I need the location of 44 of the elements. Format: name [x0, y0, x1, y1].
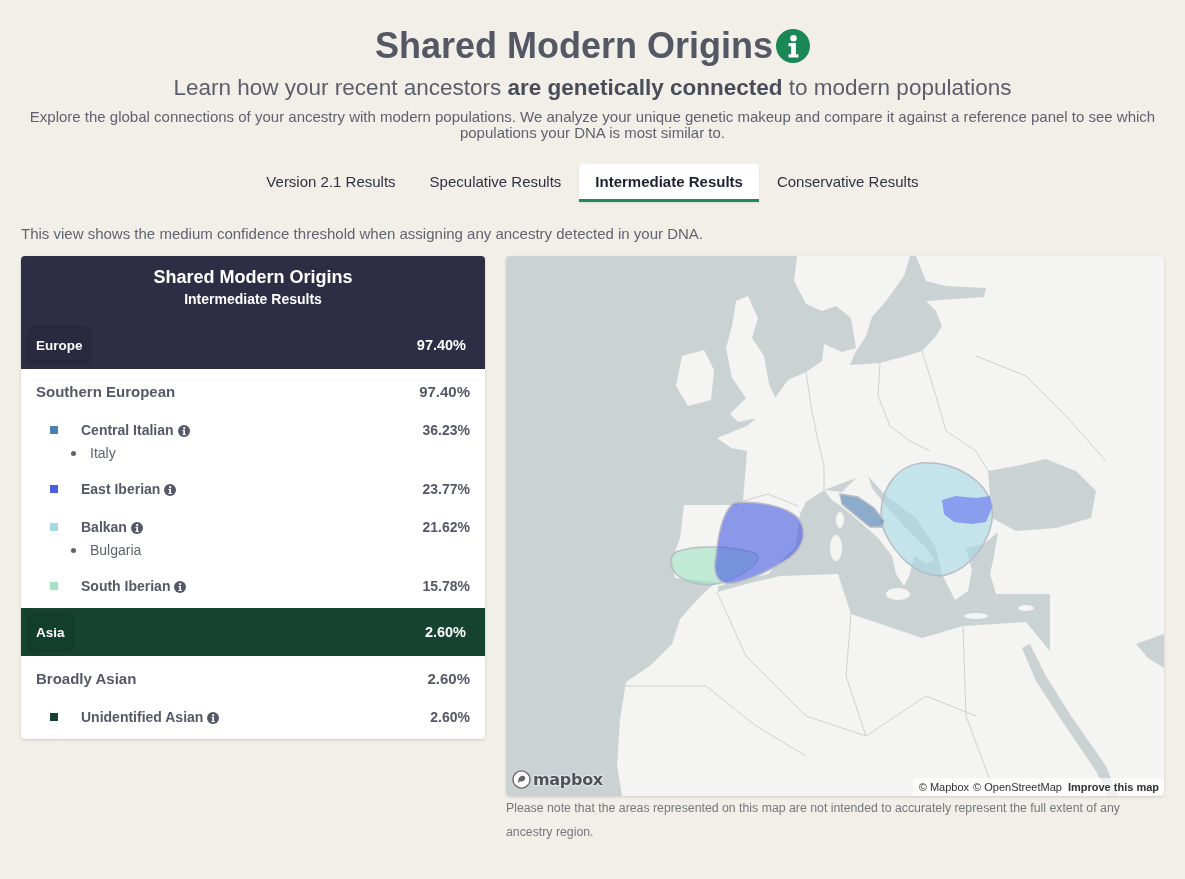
population-percentage: 2.60% — [430, 708, 470, 727]
panel-title: Shared Modern Origins — [152, 266, 354, 289]
population-percentage: 23.77% — [422, 480, 470, 499]
population-name: Unidentified Asian — [81, 708, 204, 727]
page-description: Explore the global connections of your ancestry with modern populations. We analyze your unique genetic makeup and compare it against a reference panel to see which populations your DNA is most similar to. — [28, 109, 1157, 141]
group-name: Southern European — [36, 382, 176, 402]
region-percentage: 2.60% — [424, 624, 466, 640]
map-disclaimer: Please note that the areas represented on this map are not intended to accurately represent the full extent of any ancestry region. — [506, 800, 1121, 841]
region-name: Europe — [29, 327, 90, 363]
group-percentage: 2.60% — [427, 669, 470, 689]
bullet-icon — [71, 547, 76, 553]
bullet-icon — [71, 450, 76, 456]
region-name: Asia — [29, 614, 72, 650]
info-icon[interactable] — [776, 29, 811, 63]
country-name: Bulgaria — [90, 541, 142, 560]
info-icon[interactable] — [207, 712, 220, 724]
population-percentage: 21.62% — [422, 518, 470, 537]
info-icon[interactable] — [130, 522, 143, 534]
attribution-link[interactable]: © OpenStreetMap — [973, 780, 1062, 794]
page-title: Shared Modern Origins — [374, 24, 774, 68]
threshold-note: This view shows the medium confidence threshold when assigning any ancestry detected in your DNA. — [21, 224, 705, 244]
info-icon[interactable] — [174, 581, 187, 593]
population-percentage: 15.78% — [422, 577, 470, 596]
logo-icon — [512, 770, 531, 789]
results-tab[interactable]: Intermediate Results — [579, 164, 759, 202]
attribution-link[interactable]: © Mapbox — [918, 780, 970, 794]
population-name: East Iberian — [81, 480, 161, 499]
info-icon[interactable] — [164, 484, 177, 496]
logo-link[interactable]: mapbox — [512, 770, 603, 789]
group-name: Broadly Asian — [36, 669, 137, 689]
population-name: Central Italian — [81, 421, 174, 440]
improve-map-link[interactable]: Improve this map — [1067, 780, 1159, 794]
population-name: Balkan — [81, 518, 127, 537]
region-percentage: 97.40% — [416, 337, 466, 353]
results-tab[interactable]: Speculative Results — [413, 164, 578, 202]
panel-subtitle: Intermediate Results — [183, 290, 323, 309]
country-name: Italy — [90, 444, 116, 463]
page-subtitle: Learn how your recent ancestors are genetically connected to modern populations — [172, 74, 1013, 102]
group-percentage: 97.40% — [419, 382, 470, 402]
population-percentage: 36.23% — [422, 421, 470, 440]
population-name: South Iberian — [81, 577, 171, 596]
results-tab[interactable]: Conservative Results — [760, 164, 935, 202]
results-tab[interactable]: Version 2.1 Results — [250, 164, 412, 202]
info-icon[interactable] — [177, 425, 190, 437]
